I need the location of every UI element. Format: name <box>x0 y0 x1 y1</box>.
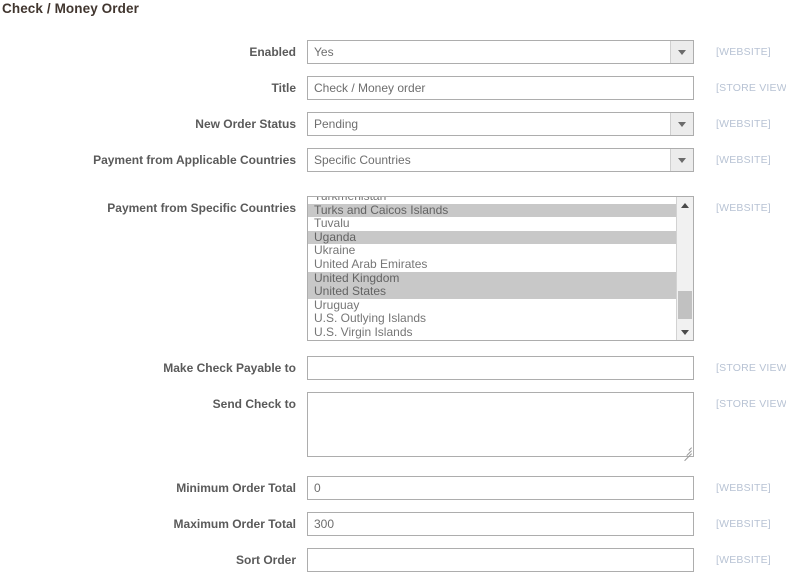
field-send-check-to <box>307 392 694 462</box>
label-new-order-status: New Order Status <box>195 117 296 131</box>
make-check-payable-to-input[interactable] <box>307 356 694 380</box>
label-specific-countries: Payment from Specific Countries <box>107 201 296 215</box>
label-enabled: Enabled <box>249 45 296 59</box>
specific-countries-multiselect[interactable]: TurkmenistanTurks and Caicos IslandsTuva… <box>307 196 694 341</box>
scope-new-order-status: [WEBSITE] <box>716 118 771 130</box>
label-send-check-to: Send Check to <box>212 397 296 411</box>
scope-maximum-order-total: [WEBSITE] <box>716 518 771 530</box>
scope-enabled: [WEBSITE] <box>716 46 771 58</box>
label-sort-order: Sort Order <box>235 553 296 567</box>
scope-sort-order: [WEBSITE] <box>716 554 771 566</box>
field-applicable-countries: Specific Countries <box>307 148 694 172</box>
title-input[interactable] <box>307 76 694 100</box>
form-row-minimum-order-total: Minimum Order Total [WEBSITE] <box>0 476 786 500</box>
scope-make-check-payable-to: [STORE VIEW] <box>716 362 786 374</box>
scope-title: [STORE VIEW] <box>716 82 786 94</box>
scope-minimum-order-total: [WEBSITE] <box>716 482 771 494</box>
form-row-make-check-payable-to: Make Check Payable to [STORE VIEW] <box>0 356 786 380</box>
new-order-status-select[interactable]: Pending <box>307 112 694 136</box>
field-new-order-status: Pending <box>307 112 694 136</box>
multiselect-option[interactable]: United States <box>308 285 676 299</box>
field-minimum-order-total <box>307 476 694 500</box>
label-title: Title <box>271 81 296 95</box>
field-maximum-order-total <box>307 512 694 536</box>
minimum-order-total-input[interactable] <box>307 476 694 500</box>
form-row-title: Title [STORE VIEW] <box>0 76 786 100</box>
scope-specific-countries: [WEBSITE] <box>716 202 771 214</box>
multiselect-option[interactable]: U.S. Outlying Islands <box>308 312 676 326</box>
multiselect-option[interactable]: United Kingdom <box>308 271 676 286</box>
sort-order-input[interactable] <box>307 548 694 572</box>
label-minimum-order-total: Minimum Order Total <box>176 481 296 495</box>
enabled-select-value: Yes <box>314 45 334 59</box>
label-applicable-countries: Payment from Applicable Countries <box>93 153 296 167</box>
maximum-order-total-input[interactable] <box>307 512 694 536</box>
multiselect-scrollbar[interactable] <box>676 197 693 340</box>
field-title <box>307 76 694 100</box>
field-specific-countries: TurkmenistanTurks and Caicos IslandsTuva… <box>307 196 694 341</box>
multiselect-option-list: TurkmenistanTurks and Caicos IslandsTuva… <box>308 197 676 340</box>
multiselect-option[interactable]: Tuvalu <box>308 217 676 231</box>
chevron-down-icon[interactable] <box>670 149 693 171</box>
form-row-new-order-status: New Order Status Pending [WEBSITE] <box>0 112 786 136</box>
resize-handle-icon[interactable] <box>681 444 692 462</box>
multiselect-option[interactable]: United Arab Emirates <box>308 257 676 272</box>
form-row-enabled: Enabled Yes [WEBSITE] <box>0 40 786 64</box>
multiselect-option[interactable]: Ukraine <box>308 244 676 258</box>
multiselect-viewport: TurkmenistanTurks and Caicos IslandsTuva… <box>308 197 676 340</box>
scrollbar-thumb[interactable] <box>678 291 692 319</box>
multiselect-option[interactable]: Uganda <box>308 230 676 245</box>
form-row-maximum-order-total: Maximum Order Total [WEBSITE] <box>0 512 786 536</box>
form-row-specific-countries: Payment from Specific Countries Turkmeni… <box>0 196 786 341</box>
label-maximum-order-total: Maximum Order Total <box>173 517 296 531</box>
field-sort-order <box>307 548 694 572</box>
applicable-countries-select[interactable]: Specific Countries <box>307 148 694 172</box>
multiselect-option[interactable]: Uruguay <box>308 298 676 313</box>
send-check-to-textarea[interactable] <box>307 392 694 462</box>
form-row-sort-order: Sort Order [WEBSITE] <box>0 548 786 572</box>
field-make-check-payable-to <box>307 356 694 380</box>
page-title: Check / Money Order <box>2 1 139 16</box>
chevron-down-icon[interactable] <box>670 41 693 63</box>
scope-send-check-to: [STORE VIEW] <box>716 398 786 410</box>
multiselect-option[interactable]: Turks and Caicos Islands <box>308 203 676 218</box>
form-row-applicable-countries: Payment from Applicable Countries Specif… <box>0 148 786 172</box>
scroll-up-arrow-icon[interactable] <box>677 197 693 213</box>
chevron-down-icon[interactable] <box>670 113 693 135</box>
enabled-select[interactable]: Yes <box>307 40 694 64</box>
applicable-countries-select-value: Specific Countries <box>314 153 411 167</box>
form-row-send-check-to: Send Check to [STORE VIEW] <box>0 392 786 462</box>
label-make-check-payable-to: Make Check Payable to <box>163 361 296 375</box>
multiselect-option[interactable]: U.S. Virgin Islands <box>308 325 676 340</box>
scroll-down-arrow-icon[interactable] <box>677 324 693 340</box>
new-order-status-select-value: Pending <box>314 117 359 131</box>
scope-applicable-countries: [WEBSITE] <box>716 154 771 166</box>
field-enabled: Yes <box>307 40 694 64</box>
